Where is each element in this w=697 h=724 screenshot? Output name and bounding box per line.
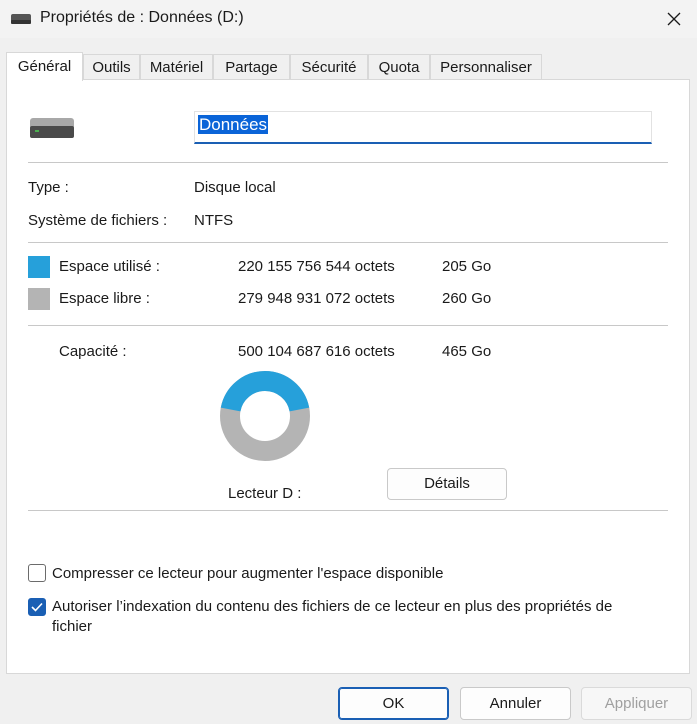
drive-caption: Lecteur D : (228, 485, 302, 502)
free-space-bytes: 279 948 931 072 octets (238, 290, 395, 307)
drive-name-text: Données (198, 115, 269, 134)
tab-quota[interactable]: Quota (368, 54, 430, 80)
title-bar: Propriétés de : Données (D:) (0, 0, 697, 38)
compress-checkbox[interactable] (28, 564, 46, 582)
ok-button[interactable]: OK (338, 687, 449, 720)
used-space-swatch (28, 256, 50, 278)
free-space-size: 260 Go (442, 290, 492, 307)
used-space-arc (220, 371, 310, 412)
indexing-label-line1[interactable]: Autoriser l’indexation du contenu des fi… (52, 598, 612, 615)
apply-button[interactable]: Appliquer (581, 687, 692, 720)
drive-icon (11, 14, 31, 24)
type-value: Disque local (194, 179, 276, 196)
tab-partage[interactable]: Partage (213, 54, 290, 80)
used-space-label: Espace utilisé : (59, 258, 160, 275)
free-space-label: Espace libre : (59, 290, 150, 307)
free-space-swatch (28, 288, 50, 310)
tab-personnaliser[interactable]: Personnaliser (430, 54, 542, 80)
window-title: Propriétés de : Données (D:) (40, 9, 244, 26)
used-space-bytes: 220 155 756 544 octets (238, 258, 395, 275)
filesystem-label: Système de fichiers : (28, 212, 168, 229)
close-button[interactable] (651, 0, 697, 38)
filesystem-value: NTFS (194, 212, 234, 229)
tab-outils[interactable]: Outils (83, 54, 140, 80)
tab-securite[interactable]: Sécurité (290, 54, 368, 80)
compress-label[interactable]: Compresser ce lecteur pour augmenter l'e… (52, 565, 443, 582)
capacity-bytes: 500 104 687 616 octets (238, 343, 395, 360)
close-icon (667, 12, 681, 26)
indexing-label-line2[interactable]: fichier (52, 618, 92, 635)
checkmark-icon (31, 602, 43, 612)
divider (28, 510, 668, 511)
details-button[interactable]: Détails (387, 468, 507, 500)
tab-materiel[interactable]: Matériel (140, 54, 213, 80)
divider (28, 162, 668, 163)
general-panel: Données Type : Disque local Système de f… (6, 79, 690, 674)
tab-general[interactable]: Général (6, 52, 83, 81)
usage-donut-chart (220, 371, 310, 461)
divider (28, 242, 668, 243)
type-label: Type : (28, 179, 69, 196)
cancel-button[interactable]: Annuler (460, 687, 571, 720)
indexing-checkbox[interactable] (28, 598, 46, 616)
divider (28, 325, 668, 326)
capacity-label: Capacité : (59, 343, 127, 360)
hard-drive-icon (30, 118, 74, 138)
drive-name-input[interactable]: Données (194, 111, 652, 144)
used-space-size: 205 Go (442, 258, 492, 275)
capacity-size: 465 Go (442, 343, 492, 360)
